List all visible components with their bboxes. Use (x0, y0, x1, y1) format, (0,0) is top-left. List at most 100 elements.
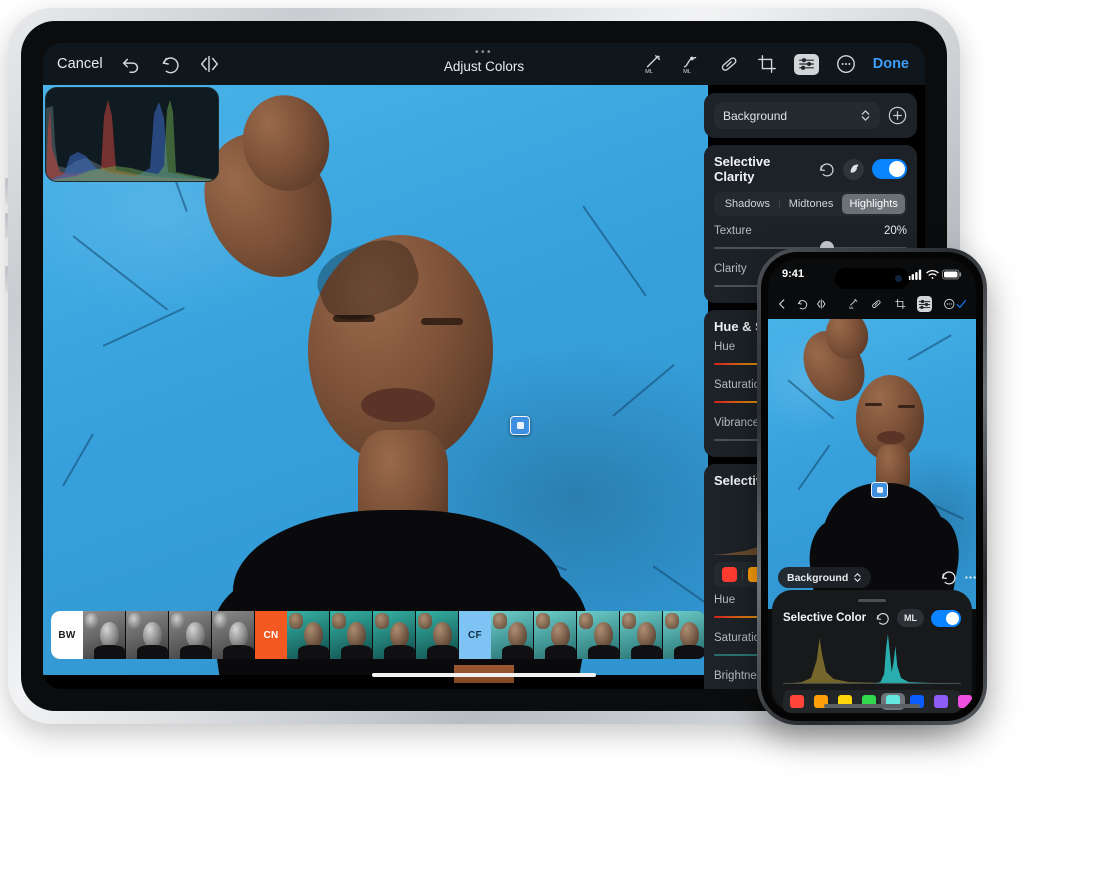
panel-header: Selective Color ML (783, 609, 961, 627)
iphone-swatch-7[interactable] (958, 695, 972, 708)
layer-select-value: Background (723, 108, 788, 123)
section-title: Selective Clarity (714, 154, 771, 184)
filmstrip-chip-cf[interactable]: CF (459, 611, 491, 659)
filmstrip-thumbnail[interactable] (330, 611, 373, 659)
undo-icon[interactable] (120, 53, 142, 75)
svg-text:ML: ML (683, 69, 691, 75)
iphone-screen: 9:41 ML Background Selective Color ML (768, 259, 976, 714)
iphone-swatch-wrap-7[interactable] (953, 693, 976, 710)
section-header: Selective Clarity (714, 154, 907, 184)
iphone-histogram (783, 632, 961, 684)
photo-canvas[interactable] (43, 85, 708, 675)
filmstrip-thumbnail[interactable] (416, 611, 459, 659)
iphone-color-swatches[interactable] (783, 690, 972, 713)
vibrance-label: Vibrance (714, 417, 760, 429)
texture-row: Texture 20% (714, 225, 907, 237)
ml-magic-wand-icon[interactable]: ML (642, 53, 664, 75)
filmstrip-thumbnail[interactable] (373, 611, 416, 659)
filmstrip[interactable]: BW CN CF (51, 611, 706, 659)
iphone-layer-value: Background (787, 571, 849, 584)
ipad-volume-down-button[interactable] (5, 213, 8, 239)
ipad-side-button[interactable] (5, 266, 8, 292)
battery-icon (942, 269, 962, 279)
iphone-reset-button[interactable] (936, 565, 960, 589)
more-icon[interactable] (943, 296, 956, 312)
iphone-swatch-6[interactable] (934, 695, 948, 708)
mask-icon[interactable] (843, 158, 864, 180)
ml-button[interactable]: ML (897, 609, 924, 627)
reset-icon[interactable] (818, 161, 835, 178)
checkmark-icon[interactable] (955, 296, 968, 312)
panel-grabber[interactable] (858, 599, 886, 602)
undo-icon[interactable] (796, 296, 809, 312)
filmstrip-thumbnail[interactable] (212, 611, 255, 659)
wifi-icon (926, 269, 939, 279)
segment-midtones[interactable]: Midtones (780, 194, 843, 214)
segment-highlights[interactable]: Highlights (842, 194, 906, 214)
crop-icon[interactable] (894, 296, 907, 312)
svg-text:ML: ML (849, 306, 854, 310)
iphone-bezel: 9:41 ML Background Selective Color ML (761, 252, 983, 721)
reset-icon[interactable] (875, 611, 890, 626)
swatch-red[interactable] (722, 567, 737, 582)
toolbar-left-group: Cancel (43, 53, 220, 75)
filmstrip-thumbnail[interactable] (491, 611, 534, 659)
filmstrip-thumbnail[interactable] (169, 611, 212, 659)
filmstrip-thumbnail[interactable] (663, 611, 706, 659)
adjustments-icon[interactable] (917, 296, 932, 312)
cancel-button[interactable]: Cancel (57, 56, 103, 72)
ipad-home-indicator[interactable] (372, 673, 596, 677)
selective-color-toggle[interactable] (931, 609, 961, 627)
chevron-updown-icon (854, 572, 861, 583)
photo-subject (179, 87, 598, 675)
retouch-icon[interactable] (718, 53, 740, 75)
compare-icon[interactable] (815, 296, 828, 312)
back-icon[interactable] (776, 296, 789, 312)
selective-clarity-toggle[interactable] (872, 159, 907, 179)
iphone-swatch-wrap-6[interactable] (929, 693, 953, 710)
iphone-color-picker-marker[interactable] (871, 482, 888, 498)
iphone-swatch-wrap-0[interactable] (785, 693, 809, 710)
filmstrip-thumbnail[interactable] (83, 611, 126, 659)
signal-icon (908, 269, 922, 280)
ml-magic-wand-icon[interactable]: ML (847, 296, 860, 312)
texture-label: Texture (714, 225, 752, 237)
iphone-toolbar: ML (768, 289, 976, 319)
iphone-swatch-0[interactable] (790, 695, 804, 708)
done-button[interactable]: Done (873, 56, 909, 72)
filmstrip-thumbnail[interactable] (577, 611, 620, 659)
filmstrip-chip-cn[interactable]: CN (255, 611, 287, 659)
add-layer-icon[interactable] (888, 106, 907, 125)
redo-icon[interactable] (159, 53, 181, 75)
toolbar-right-group: ML ML Done (642, 53, 925, 75)
clarity-label: Clarity (714, 263, 747, 275)
ml-curve-icon[interactable]: ML (680, 53, 702, 75)
more-icon[interactable] (835, 53, 857, 75)
tone-range-segmented-control[interactable]: Shadows Midtones Highlights (714, 192, 907, 216)
status-indicators (908, 269, 962, 280)
layer-row: Background (704, 93, 917, 138)
iphone-adjust-panel: Selective Color ML Hue 35% (772, 590, 972, 713)
color-picker-marker[interactable] (510, 416, 530, 435)
sc-hue-label: Hue (714, 594, 736, 606)
iphone-layer-pill[interactable]: Background (778, 567, 872, 588)
compare-icon[interactable] (198, 53, 220, 75)
adjustments-icon[interactable] (793, 53, 819, 75)
reset-icon (941, 570, 956, 585)
retouch-icon[interactable] (870, 296, 883, 312)
ipad-volume-up-button[interactable] (5, 178, 8, 204)
filmstrip-thumbnail[interactable] (620, 611, 663, 659)
iphone-home-indicator[interactable] (824, 704, 920, 708)
filmstrip-thumbnail[interactable] (287, 611, 330, 659)
svg-text:ML: ML (645, 69, 653, 75)
segment-shadows[interactable]: Shadows (716, 194, 779, 214)
iphone-more-button[interactable] (958, 565, 976, 589)
filmstrip-chip-bw[interactable]: BW (51, 611, 83, 659)
crop-icon[interactable] (756, 53, 778, 75)
filmstrip-thumbnail[interactable] (534, 611, 577, 659)
panel-title: Selective Color (783, 612, 867, 624)
filmstrip-thumbnail[interactable] (126, 611, 169, 659)
ipad-toolbar: Cancel ••• Adjust Colors ML ML Done (43, 43, 925, 85)
layer-select[interactable]: Background (714, 102, 880, 129)
swatch-red-wrap[interactable] (717, 565, 742, 584)
